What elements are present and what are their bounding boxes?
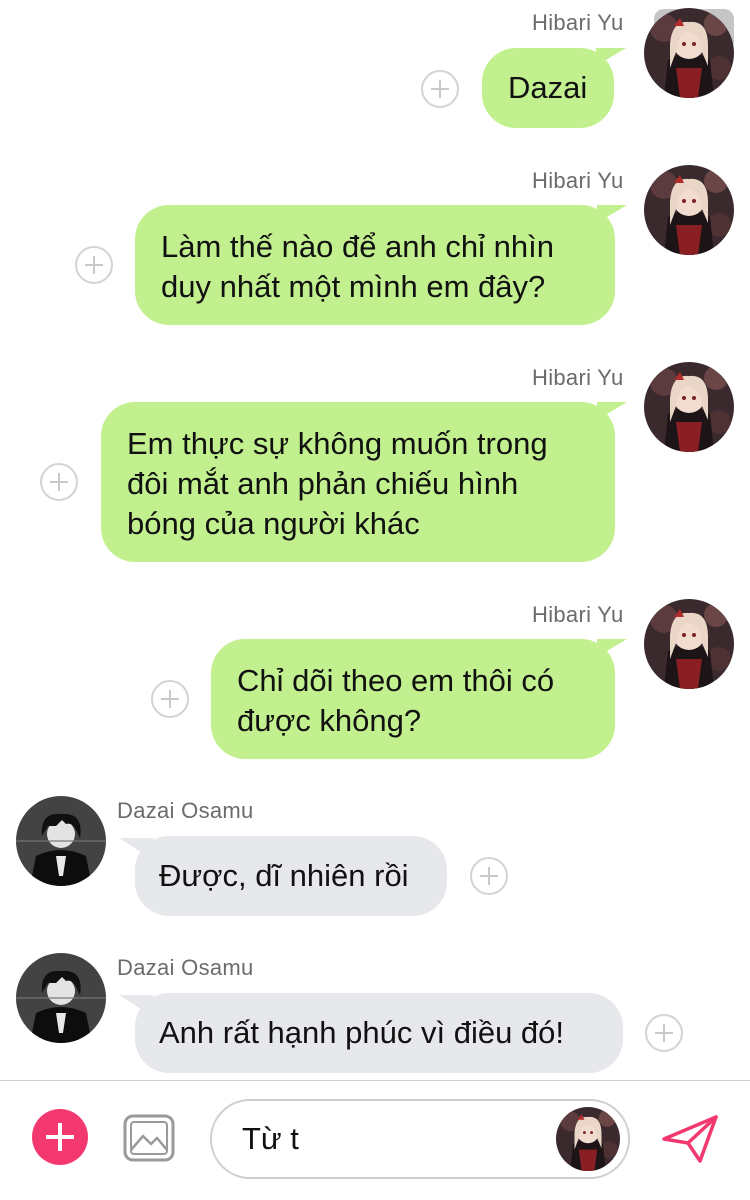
react-plus-icon[interactable] bbox=[75, 246, 113, 284]
user-avatar[interactable] bbox=[644, 362, 734, 452]
react-plus-icon[interactable] bbox=[470, 857, 508, 895]
outgoing-message-bubble[interactable]: Chỉ dõi theo em thôi có được không? bbox=[211, 639, 627, 759]
message-input[interactable]: Từ t bbox=[210, 1099, 630, 1179]
send-icon[interactable] bbox=[660, 1113, 720, 1165]
message-input-value: Từ t bbox=[242, 1121, 299, 1156]
react-plus-icon[interactable] bbox=[645, 1014, 683, 1052]
message-text-line: Em thực sự không muốn trong bbox=[127, 426, 548, 461]
react-plus-icon[interactable] bbox=[421, 70, 459, 108]
message-list[interactable]: 41 joy Hibari Yu Dazai Hibari Yu Làm thế… bbox=[0, 0, 750, 1080]
message-text: Được, dĩ nhiên rồi bbox=[159, 858, 409, 893]
message-text-line: đôi mắt anh phản chiếu hình bbox=[127, 466, 519, 501]
contact-avatar[interactable] bbox=[16, 796, 106, 886]
outgoing-message-bubble[interactable]: Em thực sự không muốn trong đôi mắt anh … bbox=[101, 402, 627, 562]
contact-avatar[interactable] bbox=[16, 953, 106, 1043]
outgoing-message-bubble[interactable]: Dazai bbox=[482, 48, 626, 128]
incoming-message-bubble[interactable]: Anh rất hạnh phúc vì điều đó! bbox=[119, 993, 623, 1073]
outgoing-message-bubble[interactable]: Làm thế nào để anh chỉ nhìn duy nhất một… bbox=[135, 205, 627, 325]
sender-name: Hibari Yu bbox=[532, 365, 624, 390]
message-text-line: Làm thế nào để anh chỉ nhìn bbox=[161, 229, 554, 264]
react-plus-icon[interactable] bbox=[40, 463, 78, 501]
sender-name: Hibari Yu bbox=[532, 602, 624, 627]
user-avatar[interactable] bbox=[644, 599, 734, 689]
incoming-message-bubble[interactable]: Được, dĩ nhiên rồi bbox=[119, 836, 447, 916]
sender-name: Hibari Yu bbox=[532, 168, 624, 193]
message-text-line: được không? bbox=[237, 703, 422, 738]
message-text-line: bóng của người khác bbox=[127, 506, 420, 541]
message-text-line: Chỉ dõi theo em thôi có bbox=[237, 663, 555, 698]
user-avatar[interactable] bbox=[644, 8, 734, 98]
sender-name: Hibari Yu bbox=[532, 10, 624, 35]
composer-bar: Từ t bbox=[0, 1080, 750, 1200]
message-text: Dazai bbox=[508, 70, 588, 105]
message-text: Anh rất hạnh phúc vì điều đó! bbox=[159, 1015, 565, 1050]
react-plus-icon[interactable] bbox=[151, 680, 189, 718]
image-icon[interactable] bbox=[123, 1114, 175, 1162]
user-avatar[interactable] bbox=[644, 165, 734, 255]
message-text-line: duy nhất một mình em đây? bbox=[161, 269, 546, 304]
sender-name: Dazai Osamu bbox=[117, 798, 254, 823]
plus-icon[interactable] bbox=[32, 1109, 88, 1165]
sender-name: Dazai Osamu bbox=[117, 955, 254, 980]
sticker-avatar-icon[interactable] bbox=[556, 1107, 620, 1171]
